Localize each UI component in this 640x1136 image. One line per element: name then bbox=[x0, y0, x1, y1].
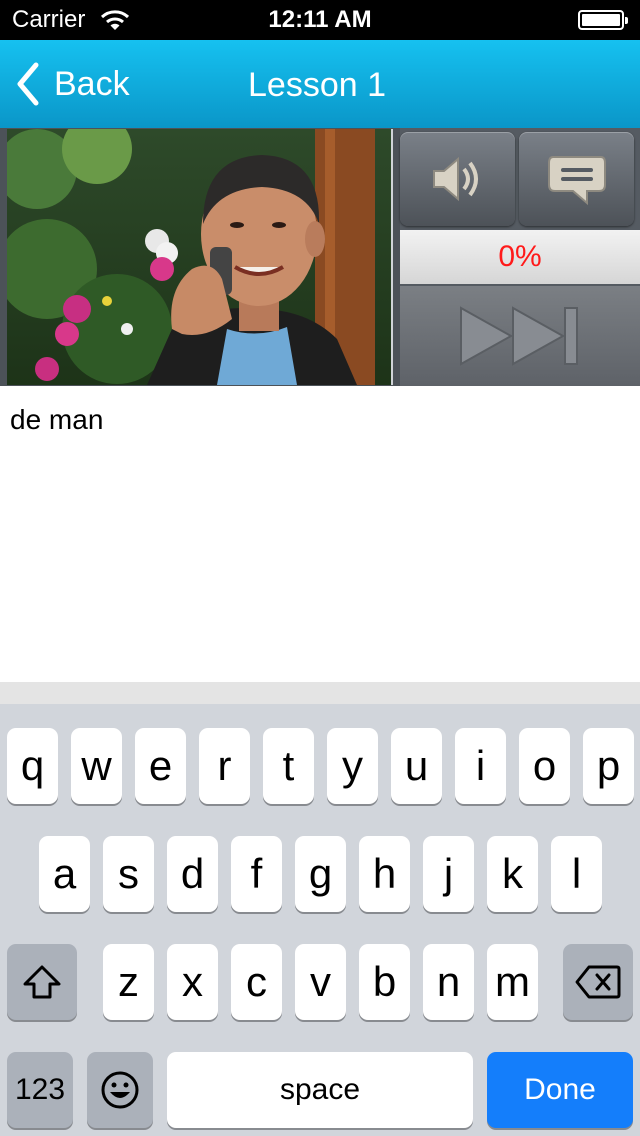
key-m[interactable]: m bbox=[487, 944, 538, 1020]
key-h[interactable]: h bbox=[359, 836, 410, 912]
key-g[interactable]: g bbox=[295, 836, 346, 912]
navigation-bar: Back Lesson 1 bbox=[0, 40, 640, 128]
key-z[interactable]: z bbox=[103, 944, 154, 1020]
key-v[interactable]: v bbox=[295, 944, 346, 1020]
key-u[interactable]: u bbox=[391, 728, 442, 804]
shift-icon bbox=[23, 965, 61, 999]
clock: 12:11 AM bbox=[268, 6, 372, 33]
shift-key[interactable] bbox=[7, 944, 77, 1020]
key-q[interactable]: q bbox=[7, 728, 58, 804]
backspace-icon bbox=[575, 965, 621, 999]
play-audio-button[interactable] bbox=[400, 132, 515, 226]
key-d[interactable]: d bbox=[167, 836, 218, 912]
key-w[interactable]: w bbox=[71, 728, 122, 804]
battery-icon bbox=[578, 10, 628, 30]
answer-text: de man bbox=[10, 404, 104, 435]
key-j[interactable]: j bbox=[423, 836, 474, 912]
lesson-player: 0% bbox=[0, 128, 640, 386]
next-button[interactable] bbox=[400, 286, 640, 386]
key-k[interactable]: k bbox=[487, 836, 538, 912]
key-b[interactable]: b bbox=[359, 944, 410, 1020]
keyboard-top-strip bbox=[0, 682, 640, 704]
key-r[interactable]: r bbox=[199, 728, 250, 804]
done-key[interactable]: Done bbox=[487, 1052, 633, 1128]
player-controls: 0% bbox=[400, 128, 640, 386]
key-s[interactable]: s bbox=[103, 836, 154, 912]
key-f[interactable]: f bbox=[231, 836, 282, 912]
key-i[interactable]: i bbox=[455, 728, 506, 804]
keyboard: qwertyuiop asdfghjkl zxcvbnm 123 space D… bbox=[0, 682, 640, 1136]
key-y[interactable]: y bbox=[327, 728, 378, 804]
answer-text-field[interactable]: de man bbox=[0, 386, 640, 682]
key-x[interactable]: x bbox=[167, 944, 218, 1020]
speech-bubble-icon bbox=[547, 156, 606, 206]
page-title: Lesson 1 bbox=[248, 66, 386, 104]
key-t[interactable]: t bbox=[263, 728, 314, 804]
emoji-icon bbox=[101, 1071, 139, 1109]
space-key[interactable]: space bbox=[167, 1052, 473, 1128]
key-l[interactable]: l bbox=[551, 836, 602, 912]
key-p[interactable]: p bbox=[583, 728, 634, 804]
progress-display: 0% bbox=[400, 230, 640, 284]
key-o[interactable]: o bbox=[519, 728, 570, 804]
key-c[interactable]: c bbox=[231, 944, 282, 1020]
emoji-key[interactable] bbox=[87, 1052, 153, 1128]
lesson-photo bbox=[7, 129, 393, 385]
numbers-key[interactable]: 123 bbox=[7, 1052, 73, 1128]
progress-percent: 0% bbox=[498, 240, 542, 273]
speaker-icon bbox=[432, 156, 478, 202]
key-a[interactable]: a bbox=[39, 836, 90, 912]
key-n[interactable]: n bbox=[423, 944, 474, 1020]
skip-next-icon bbox=[460, 306, 578, 366]
status-bar: Carrier 12:11 AM bbox=[0, 0, 640, 40]
delete-key[interactable] bbox=[563, 944, 633, 1020]
subtitle-button[interactable] bbox=[519, 132, 634, 226]
key-e[interactable]: e bbox=[135, 728, 186, 804]
